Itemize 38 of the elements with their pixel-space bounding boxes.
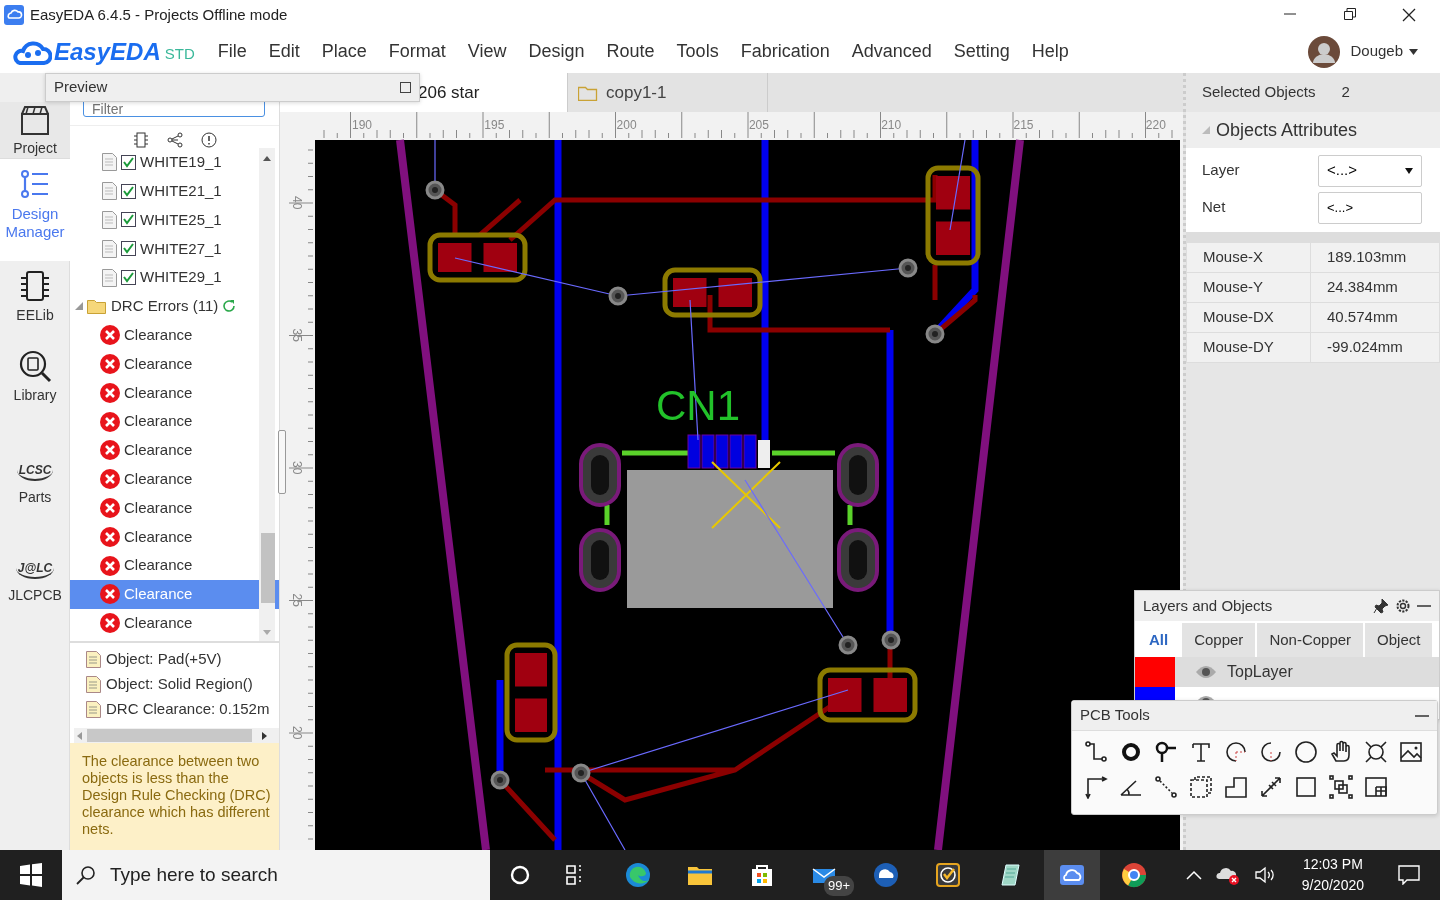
readout-value: 40.574mm — [1310, 302, 1440, 333]
detail-text: Object: Solid Region() — [106, 674, 253, 695]
ruler-label: 30 — [290, 461, 304, 475]
logo-text: LCSC — [16, 459, 54, 482]
readout-label: Mouse-DX — [1186, 302, 1311, 333]
layer-name: TopLayer — [1227, 662, 1293, 682]
ruler-label: 195 — [484, 118, 505, 132]
readout-label: Mouse-X — [1186, 242, 1311, 273]
panel-title: Layers and Objects — [1143, 595, 1273, 616]
detail-text: DRC Clearance: 0.152m — [106, 699, 270, 720]
ruler-label: 205 — [748, 118, 769, 132]
ruler-label: 190 — [352, 118, 373, 132]
ruler-label: 40 — [290, 196, 304, 210]
readout-value: -99.024mm — [1310, 332, 1440, 363]
logo-name: EasyEDA — [54, 36, 161, 67]
logo-edition: STD — [164, 44, 195, 65]
readout-value: 189.103mm — [1310, 242, 1440, 273]
readout-value: 24.384mm — [1310, 272, 1440, 303]
panel-title: PCB Tools — [1080, 705, 1150, 726]
window-title: EasyEDA 6.4.5 - Projects Offline mode — [30, 4, 288, 25]
readout-label: Mouse-DY — [1186, 332, 1311, 363]
panel-title: Preview — [54, 77, 108, 98]
readout-label: Mouse-Y — [1186, 272, 1311, 303]
ruler-label: 220 — [1145, 118, 1166, 132]
ruler-label: 215 — [1013, 118, 1034, 132]
detail-text: Object: Pad(+5V) — [106, 649, 222, 670]
ruler-label: 25 — [290, 593, 304, 607]
field-label: Net — [1202, 197, 1227, 218]
field-label: Layer — [1202, 160, 1241, 181]
selected-label: Selected Objects — [1202, 82, 1316, 103]
ruler-label: 35 — [290, 328, 304, 342]
mail-count-badge: 99+ — [824, 876, 855, 896]
logo-text: J@LC — [15, 557, 55, 580]
ruler-label: 210 — [881, 118, 902, 132]
selected-count: 2 — [1341, 82, 1350, 103]
ruler-label: 20 — [290, 726, 304, 740]
help-text: The clearance between two objects is less than the Design Rule Checking (DRC) clearance which has different nets. — [70, 743, 279, 850]
ruler-label: 200 — [616, 118, 637, 132]
